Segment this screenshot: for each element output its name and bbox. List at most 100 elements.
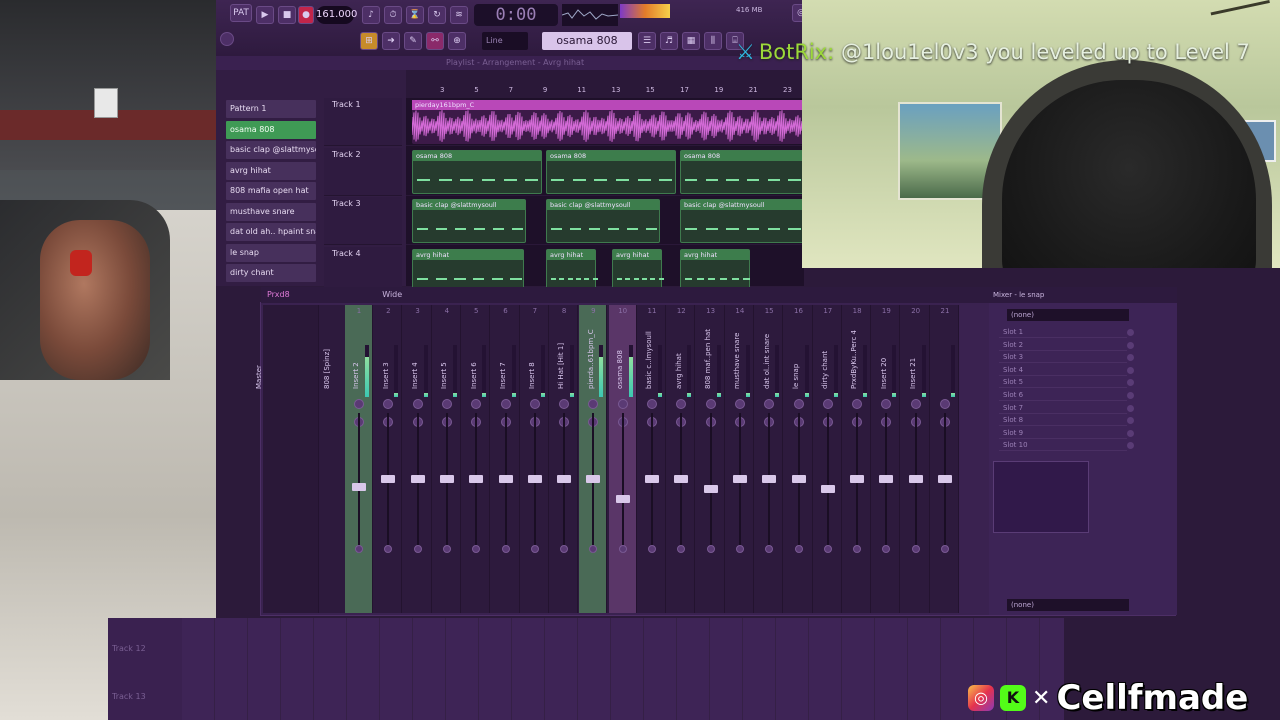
slot-toggle[interactable] bbox=[1127, 417, 1134, 425]
playlist-clip[interactable]: avrg hihat bbox=[680, 248, 751, 293]
pan-knob[interactable] bbox=[617, 399, 628, 409]
mixer-strip[interactable]: 21 Insert 21 bbox=[909, 305, 959, 613]
track-lane[interactable]: basic clap @slattmysoull basic clap @slat… bbox=[406, 197, 804, 245]
pattern-item[interactable]: osama 808 bbox=[226, 120, 316, 139]
pan-knob[interactable] bbox=[412, 399, 423, 409]
effect-slot[interactable]: Slot 1 bbox=[999, 327, 1134, 338]
slot-toggle[interactable] bbox=[1127, 429, 1134, 437]
snap-select[interactable]: Line bbox=[482, 32, 528, 50]
volume-fader[interactable] bbox=[820, 485, 835, 493]
volume-fader[interactable] bbox=[674, 475, 689, 483]
arrow-right-icon[interactable]: ➜ bbox=[382, 32, 400, 50]
effect-slot[interactable]: Slot 8 bbox=[999, 415, 1134, 427]
slot-toggle[interactable] bbox=[1127, 379, 1134, 387]
slot-toggle[interactable] bbox=[1127, 442, 1134, 450]
volume-fader[interactable] bbox=[850, 475, 865, 483]
effect-slot[interactable]: Slot 9 bbox=[999, 428, 1134, 439]
route-button[interactable] bbox=[501, 545, 510, 553]
effect-slot[interactable]: Slot 4 bbox=[999, 365, 1134, 376]
pattern-item[interactable]: basic clap @slattmysoull bbox=[226, 141, 316, 159]
record-button[interactable]: ● bbox=[298, 6, 314, 24]
link-icon[interactable]: ⚯ bbox=[426, 32, 444, 50]
playlist-clip[interactable]: basic clap @slattmysoull bbox=[412, 199, 526, 243]
route-button[interactable] bbox=[472, 545, 481, 553]
pan-knob[interactable] bbox=[764, 399, 775, 409]
volume-fader[interactable] bbox=[762, 475, 777, 483]
route-button[interactable] bbox=[765, 545, 774, 553]
route-button[interactable] bbox=[735, 545, 744, 553]
route-button[interactable] bbox=[413, 545, 422, 553]
track-lane[interactable]: pierday161bpm_C bbox=[406, 98, 804, 146]
volume-fader[interactable] bbox=[381, 475, 396, 483]
pan-knob[interactable] bbox=[500, 399, 511, 409]
volume-fader[interactable] bbox=[732, 475, 747, 483]
master-volume-knob[interactable] bbox=[220, 32, 234, 46]
insert-preset[interactable]: (none) bbox=[1007, 309, 1129, 321]
volume-fader[interactable] bbox=[879, 475, 894, 483]
play-button[interactable]: ▶ bbox=[256, 6, 274, 24]
playlist-clip[interactable]: osama 808 bbox=[546, 149, 676, 194]
volume-fader[interactable] bbox=[498, 475, 513, 483]
slot-toggle[interactable] bbox=[1127, 404, 1134, 412]
track-header[interactable]: Track 3 bbox=[324, 197, 402, 245]
route-button[interactable] bbox=[941, 545, 949, 553]
channel-rack-icon[interactable]: ▦ bbox=[682, 32, 700, 50]
playlist-clip[interactable]: osama 808 bbox=[680, 149, 804, 194]
playlist-clip[interactable]: pierday161bpm_C bbox=[412, 100, 804, 144]
playlist-clip[interactable]: basic clap @slattmysoull bbox=[680, 199, 804, 243]
pan-knob[interactable] bbox=[705, 399, 716, 409]
pattern-item[interactable]: musthave snare bbox=[226, 202, 316, 221]
playlist-clip[interactable]: avrg hihat bbox=[412, 248, 524, 293]
stamp-icon[interactable]: ⊕ bbox=[448, 32, 466, 50]
effect-slot[interactable]: Slot 2 bbox=[999, 340, 1134, 351]
volume-fader[interactable] bbox=[527, 475, 542, 483]
volume-fader[interactable] bbox=[586, 475, 601, 483]
track-12-label[interactable]: Track 12 bbox=[112, 644, 146, 653]
route-button[interactable] bbox=[589, 545, 598, 553]
effect-slot[interactable]: Slot 7 bbox=[999, 403, 1134, 414]
volume-fader[interactable] bbox=[615, 495, 630, 503]
effect-slot[interactable]: Slot 3 bbox=[999, 352, 1134, 364]
route-button[interactable] bbox=[530, 545, 539, 553]
pan-knob[interactable] bbox=[588, 399, 599, 409]
track-lane[interactable]: osama 808 osama 808 osama 808 bbox=[406, 148, 804, 196]
volume-fader[interactable] bbox=[938, 475, 952, 483]
route-button[interactable] bbox=[853, 545, 862, 553]
route-button[interactable] bbox=[706, 545, 715, 553]
volume-fader[interactable] bbox=[703, 485, 718, 493]
route-button[interactable] bbox=[823, 545, 832, 553]
track-header[interactable]: Track 1 bbox=[324, 98, 402, 146]
slot-toggle[interactable] bbox=[1127, 392, 1134, 399]
volume-fader[interactable] bbox=[557, 475, 572, 483]
pat-song-toggle[interactable]: PAT bbox=[230, 4, 252, 22]
volume-fader[interactable] bbox=[439, 475, 454, 483]
slot-toggle[interactable] bbox=[1127, 354, 1134, 362]
track-header[interactable]: Track 2 bbox=[324, 147, 402, 196]
countdown-icon[interactable]: ⌛ bbox=[406, 6, 424, 24]
volume-fader[interactable] bbox=[908, 475, 923, 483]
pan-knob[interactable] bbox=[559, 399, 570, 409]
pan-knob[interactable] bbox=[529, 399, 540, 409]
volume-fader[interactable] bbox=[469, 475, 484, 483]
route-button[interactable] bbox=[442, 545, 451, 553]
route-button[interactable] bbox=[794, 545, 803, 553]
eq-display[interactable] bbox=[993, 461, 1089, 533]
pattern-selector[interactable]: osama 808 bbox=[542, 32, 632, 50]
slot-toggle[interactable] bbox=[1127, 366, 1134, 374]
pattern-item[interactable]: le snap bbox=[226, 243, 316, 262]
pan-knob[interactable] bbox=[354, 399, 364, 409]
loop-record-icon[interactable]: ↻ bbox=[428, 6, 446, 24]
route-button[interactable] bbox=[648, 545, 656, 553]
pan-knob[interactable] bbox=[471, 399, 482, 409]
pan-knob[interactable] bbox=[383, 399, 394, 409]
pattern-item[interactable]: 808 mafia open hat bbox=[226, 182, 316, 200]
slot-toggle[interactable] bbox=[1127, 341, 1134, 349]
effect-slot[interactable]: Slot 10 bbox=[999, 440, 1134, 452]
metronome-icon[interactable]: ♪ bbox=[362, 6, 380, 24]
pan-knob[interactable] bbox=[852, 399, 863, 409]
pan-knob[interactable] bbox=[881, 399, 892, 409]
blend-notes-icon[interactable]: ≋ bbox=[450, 6, 468, 24]
pattern-item[interactable]: Pattern 1 bbox=[226, 100, 316, 118]
pan-knob[interactable] bbox=[822, 399, 833, 409]
mixer-icon[interactable]: ⫼ bbox=[704, 32, 722, 50]
